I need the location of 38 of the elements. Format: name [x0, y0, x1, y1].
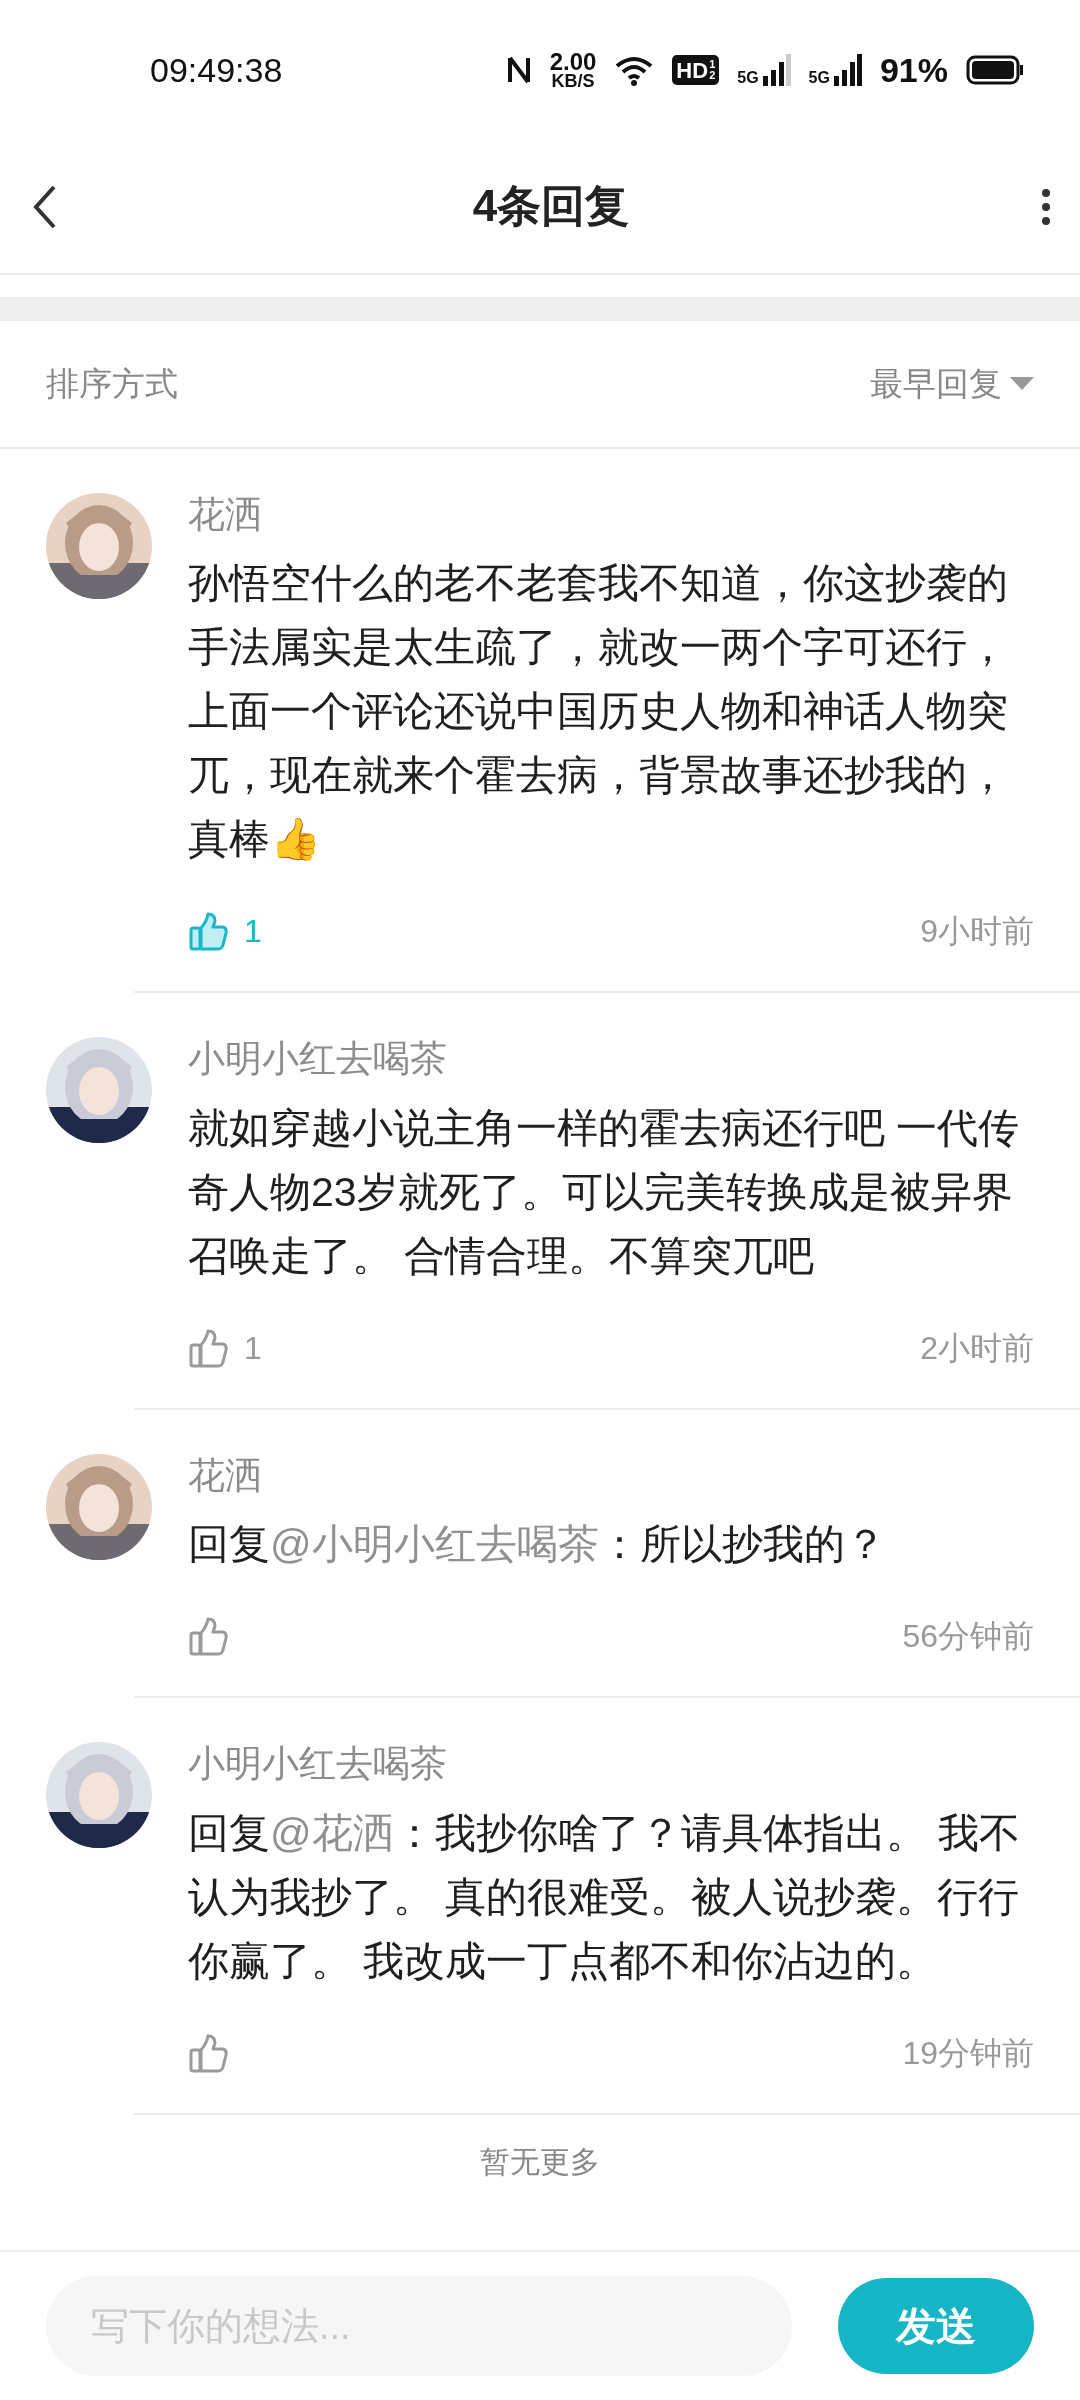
end-of-list-text: 暂无更多	[480, 2144, 600, 2178]
comment-text: 孙悟空什么的老不老套我不知道，你这抄袭的手法属实是太生疏了，就改一两个字可还行，上面一个评论还说中国历史人物和神话人物突兀，现在就来个霍去病，背景故事还抄我的，真棒👍	[188, 560, 1008, 863]
signal-icon	[833, 54, 862, 86]
send-button[interactable]: 发送	[838, 2278, 1034, 2374]
thumbs-up-icon	[188, 911, 228, 952]
author-name[interactable]: 花洒	[188, 493, 1034, 538]
comment-text: 回复@花洒：我抄你啥了？请具体指出。 我不认为我抄了。 真的很难受。被人说抄袭。行行你赢了。 我改成一丁点都不和你沾边的。	[188, 1809, 1021, 1984]
more-button[interactable]	[1042, 188, 1050, 225]
battery-level: 91%	[879, 49, 948, 91]
page-title: 4条回复	[472, 180, 630, 233]
sort-dropdown[interactable]: 最早回复	[870, 359, 1034, 409]
more-icon	[1042, 188, 1050, 225]
network-type: 5G	[808, 70, 830, 86]
comment-text: 回复@小明小红去喝茶：所以抄我的？	[188, 1521, 886, 1568]
clock: 09:49:38	[150, 49, 283, 91]
comment-text: 就如穿越小说主角一样的霍去病还行吧 一代传奇人物23岁就死了。可以完美转换成是被异界召唤走了。 合情合理。不算突兀吧	[188, 1104, 1020, 1279]
author-name[interactable]: 小明小红去喝茶	[188, 1742, 1034, 1787]
thumbs-up-icon	[188, 1616, 228, 1657]
wifi-icon	[614, 54, 655, 86]
like-button[interactable]: 1	[188, 907, 262, 956]
comment-time: 19分钟前	[902, 2033, 1034, 2073]
network-type: 5G	[737, 70, 759, 86]
thumbs-up-icon	[188, 1327, 228, 1368]
author-name[interactable]: 花洒	[188, 1453, 1034, 1499]
sort-label: 排序方式	[46, 364, 178, 405]
like-button[interactable]: 1	[188, 1323, 262, 1372]
nfc-icon	[505, 54, 532, 86]
like-button[interactable]	[188, 2032, 228, 2073]
network-speed: 2.00 KB/S	[549, 51, 597, 89]
signal-icon	[762, 54, 791, 86]
comment-time: 56分钟前	[902, 1617, 1034, 1657]
author-name[interactable]: 小明小红去喝茶	[188, 1037, 1034, 1082]
thumbs-up-icon	[188, 2032, 228, 2073]
battery-icon	[966, 55, 1024, 85]
comment-time: 9小时前	[920, 912, 1034, 952]
like-button[interactable]	[188, 1616, 228, 1657]
comment-time: 2小时前	[920, 1328, 1034, 1368]
caret-icon	[1010, 377, 1034, 391]
